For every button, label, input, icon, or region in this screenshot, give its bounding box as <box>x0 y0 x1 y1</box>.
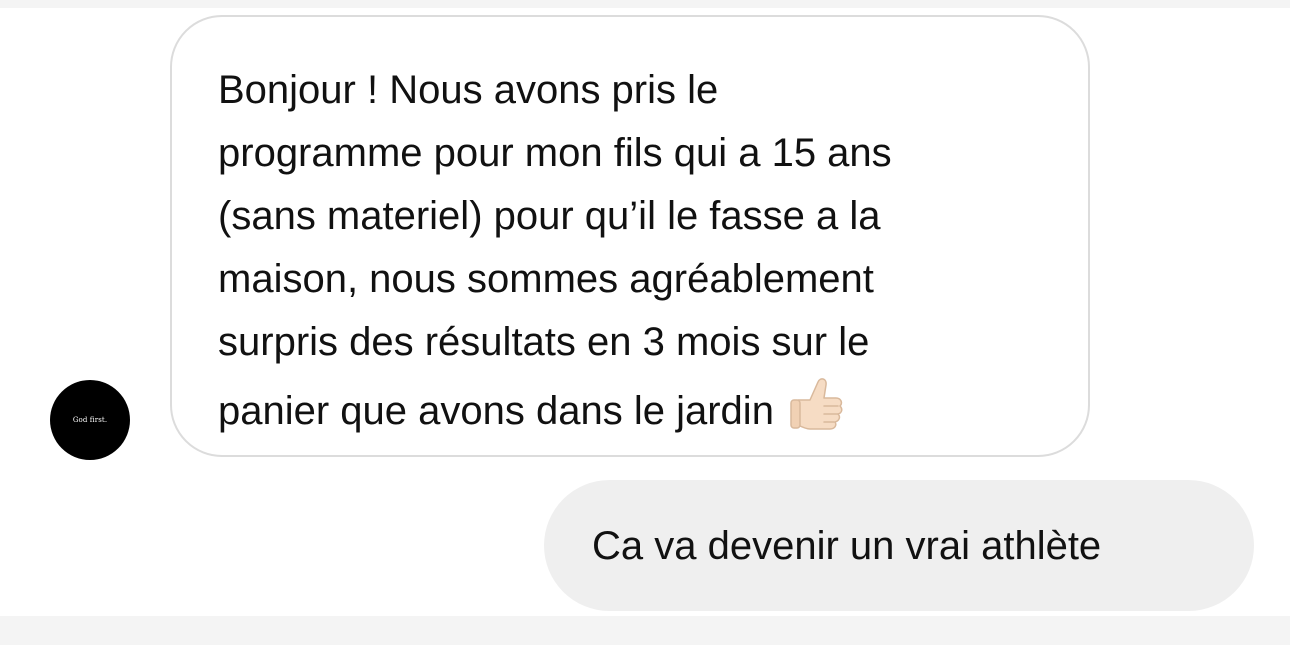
avatar[interactable]: God first. <box>50 380 130 460</box>
avatar-label: God first. <box>72 416 108 424</box>
top-divider <box>0 0 1290 8</box>
thumbs-up-icon <box>788 374 844 453</box>
outgoing-message-bubble[interactable]: Ca va devenir un vrai athlète <box>544 480 1254 611</box>
outgoing-message-text: Ca va devenir un vrai athlète <box>592 523 1102 568</box>
incoming-message-bubble[interactable]: Bonjour ! Nous avons pris le programme p… <box>170 15 1090 457</box>
incoming-message-text: Bonjour ! Nous avons pris le programme p… <box>218 59 1058 453</box>
bottom-divider <box>0 616 1290 645</box>
